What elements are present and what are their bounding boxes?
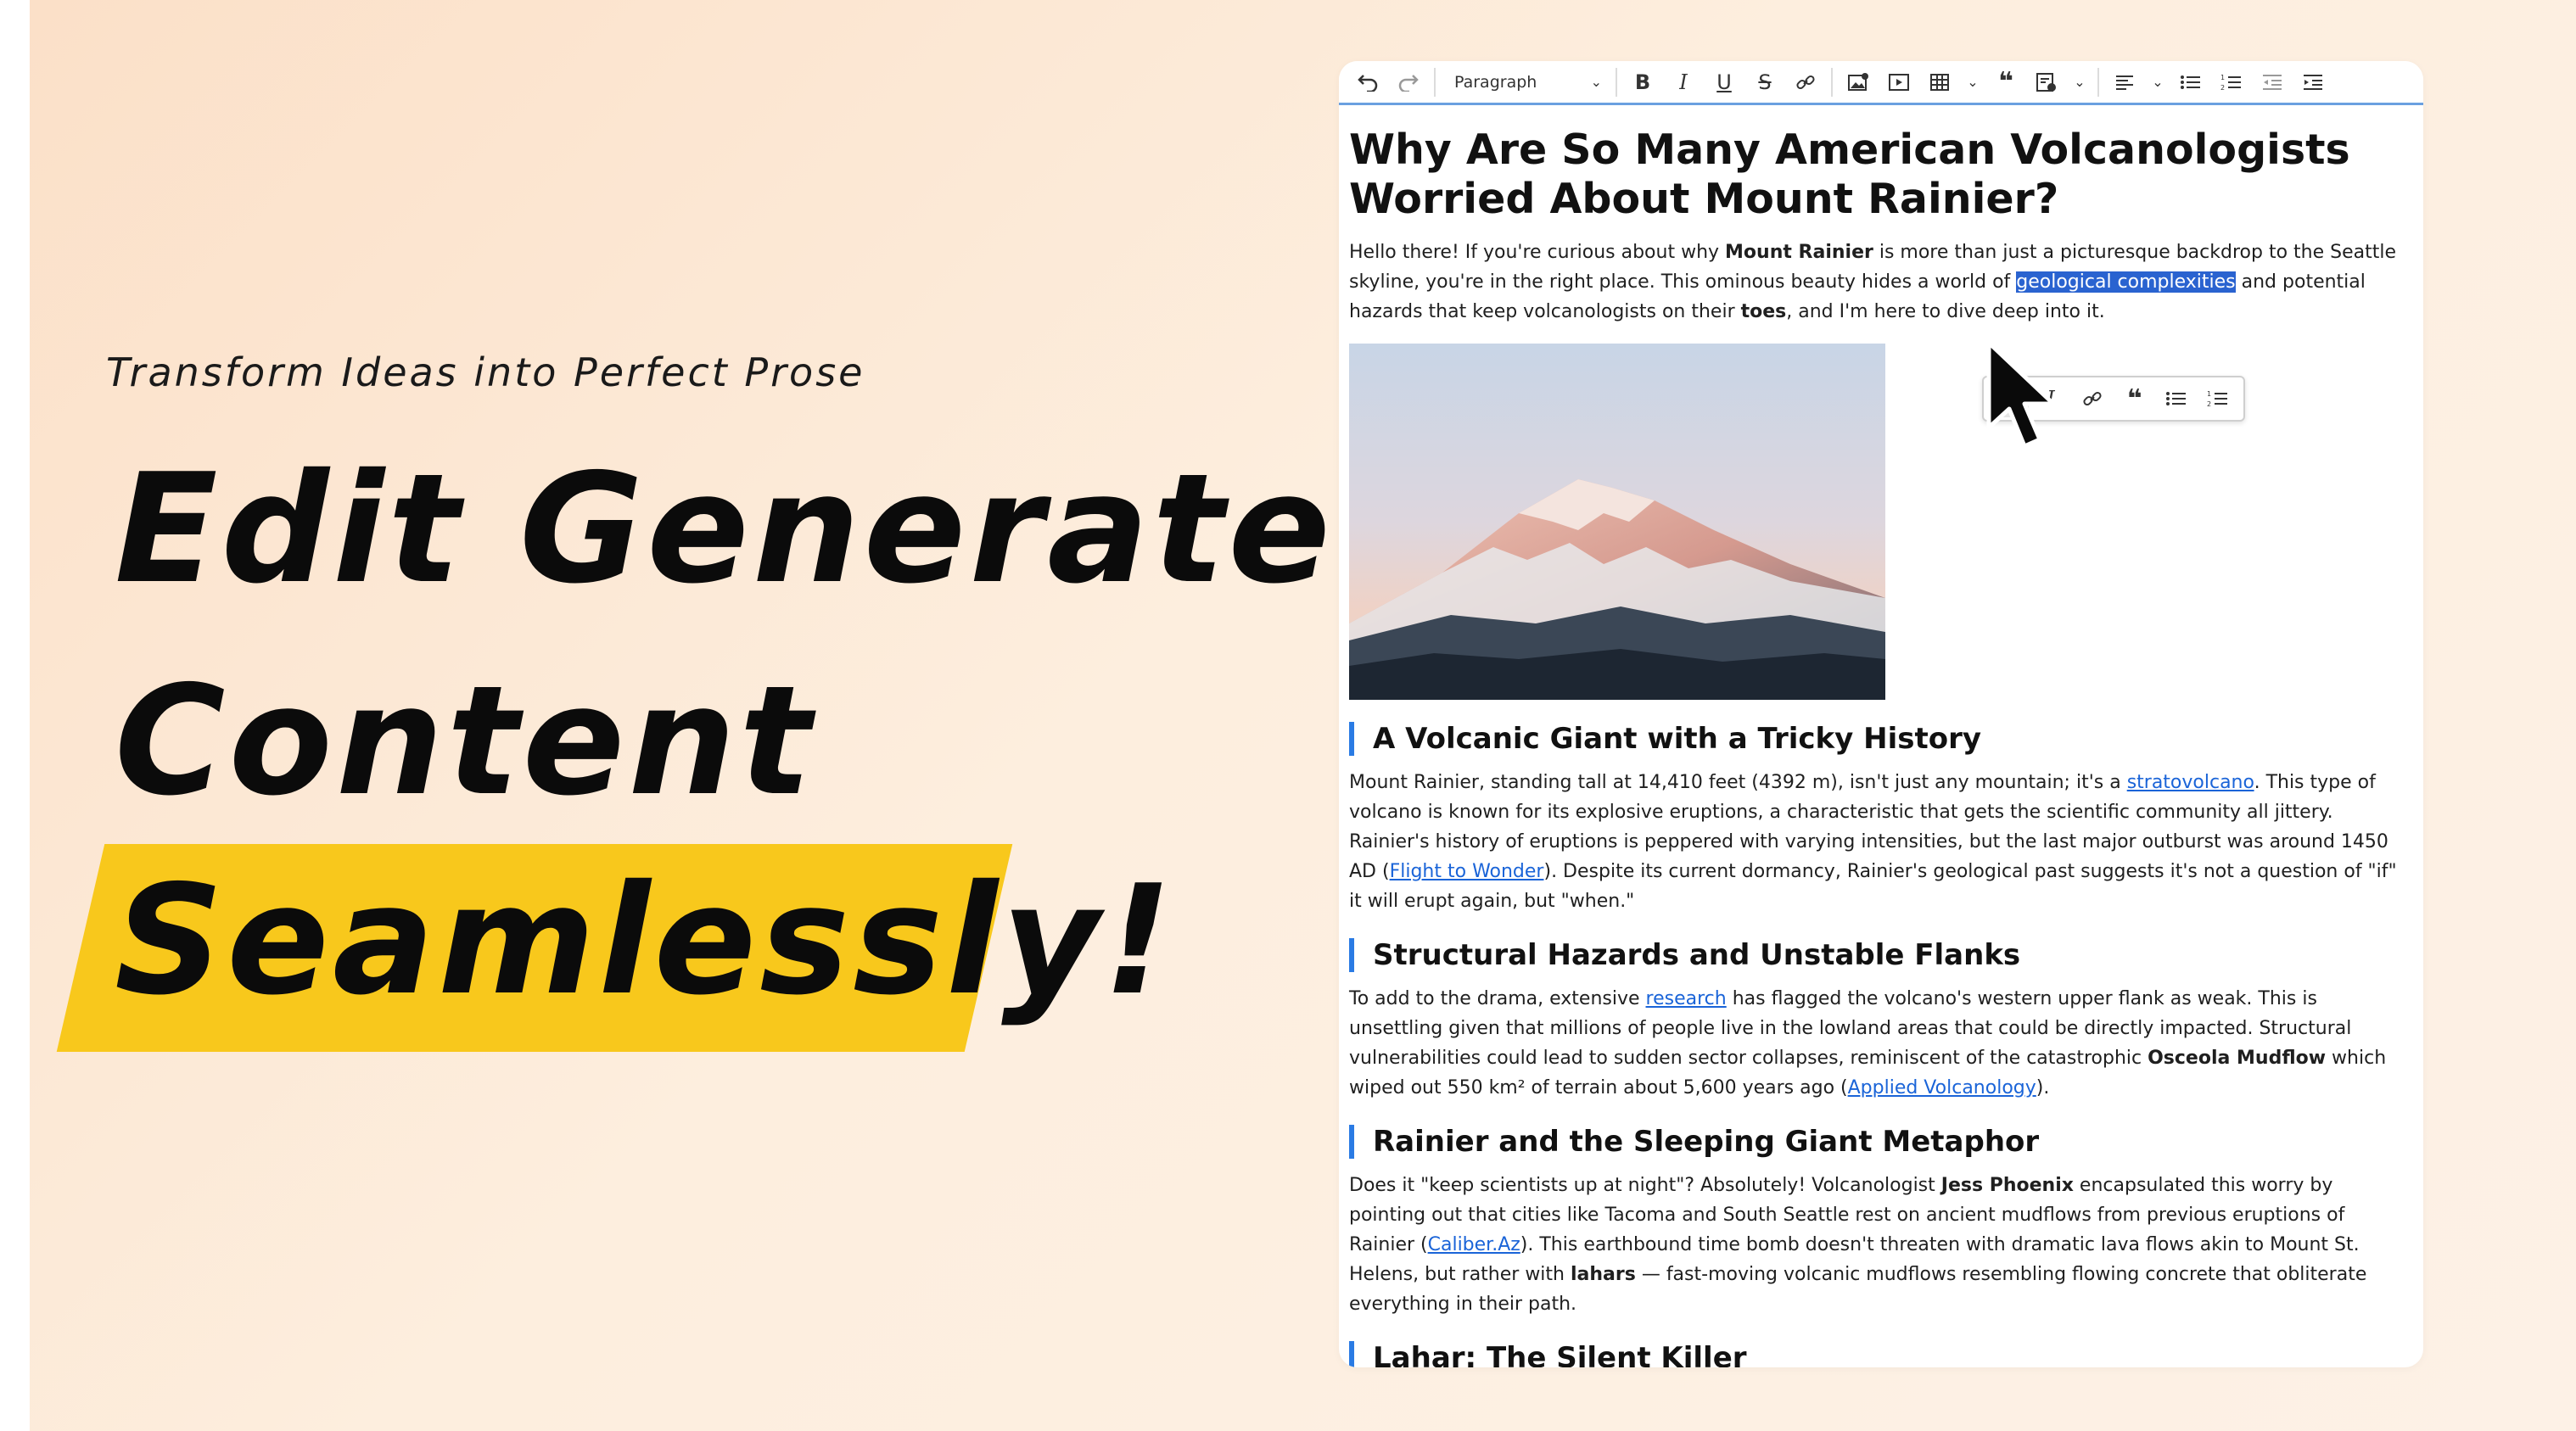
selected-text[interactable]: geological complexities: [2016, 271, 2236, 293]
undo-button[interactable]: [1347, 64, 1388, 101]
bulleted-list-button[interactable]: [2170, 64, 2211, 101]
link[interactable]: Caliber.Az: [1428, 1234, 1520, 1255]
paragraph-format-select[interactable]: Paragraph ⌄: [1441, 64, 1610, 101]
rich-text-editor: Paragraph ⌄ B I U S ⌄ ❝ ⌄ ⌄ 1 2 Why Are …: [1339, 61, 2423, 1367]
balloon-bulleted-list-button[interactable]: [2156, 380, 2196, 417]
link[interactable]: stratovolcano: [2127, 772, 2254, 793]
link[interactable]: research: [1646, 988, 1727, 1009]
link-icon: [1796, 75, 1815, 89]
bold-text: Mount Rainier: [1725, 242, 1873, 263]
numbered-list-icon: 12: [2220, 74, 2241, 92]
mount-rainier-image[interactable]: [1349, 344, 1885, 700]
table-dropdown-button[interactable]: ⌄: [1960, 64, 1985, 101]
section-heading: A Volcanic Giant with a Tricky History: [1349, 722, 2413, 756]
outdent-icon: [2263, 74, 2282, 90]
redo-icon: [1398, 74, 1419, 92]
text-run: ).: [2036, 1077, 2050, 1098]
chevron-down-icon: ⌄: [2152, 74, 2164, 90]
balloon-quote-button[interactable]: ❝: [2114, 380, 2154, 417]
section-heading: Rainier and the Sleeping Giant Metaphor: [1349, 1125, 2413, 1159]
svg-text:1: 1: [2220, 74, 2225, 81]
link[interactable]: Applied Volcanology: [1848, 1077, 2036, 1098]
table-icon: [1930, 73, 1949, 91]
toolbar-separator: [1434, 67, 1436, 97]
link-button[interactable]: [1785, 64, 1826, 101]
toolbar-separator: [1831, 67, 1833, 97]
bold-icon: B: [1634, 70, 1651, 94]
indent-button[interactable]: [2293, 64, 2333, 101]
insert-media-button[interactable]: [1879, 64, 1919, 101]
align-left-icon: [2116, 75, 2133, 90]
intro-paragraph: Hello there! If you're curious about why…: [1349, 238, 2413, 327]
text-run: , and I'm here to dive deep into it.: [1786, 301, 2105, 322]
indent-icon: [2304, 74, 2322, 90]
strikethrough-button[interactable]: S: [1744, 64, 1785, 101]
chevron-down-icon: ⌄: [1590, 74, 1602, 90]
hero-line-3: Seamlessly!: [115, 852, 1176, 1028]
numbered-list-button[interactable]: 12: [2211, 64, 2252, 101]
strikethrough-icon: S: [1758, 70, 1772, 94]
insert-image-button[interactable]: [1838, 64, 1879, 101]
undo-icon: [1358, 74, 1378, 92]
quote-icon: ❝: [1998, 67, 2013, 97]
outdent-button[interactable]: [2252, 64, 2293, 101]
text-run: Does it "keep scientists up at night"? A…: [1349, 1175, 1941, 1196]
italic-button[interactable]: I: [1663, 64, 1704, 101]
template-icon: [2036, 72, 2056, 92]
toolbar-separator: [2097, 67, 2099, 97]
numbered-list-icon: 12: [2207, 390, 2228, 408]
hero-line-2: Content: [115, 653, 815, 829]
section-paragraph: Does it "keep scientists up at night"? A…: [1349, 1171, 2413, 1319]
underline-button[interactable]: U: [1704, 64, 1744, 101]
align-button[interactable]: [2104, 64, 2145, 101]
insert-template-button[interactable]: [2026, 64, 2067, 101]
align-dropdown-button[interactable]: ⌄: [2145, 64, 2170, 101]
tagline: Transform Ideas into Perfect Prose: [106, 349, 865, 395]
mouse-cursor-icon: [1986, 340, 2056, 449]
bold-text: lahars: [1570, 1264, 1636, 1285]
document-content[interactable]: Why Are So Many American Volcanologists …: [1339, 126, 2423, 1367]
bold-button[interactable]: B: [1622, 64, 1663, 101]
media-icon: [1889, 73, 1909, 91]
svg-text:2: 2: [2207, 400, 2211, 408]
balloon-link-button[interactable]: [2073, 380, 2113, 417]
text-run: Hello there! If you're curious about why: [1349, 242, 1726, 263]
text-run: To add to the drama, extensive: [1349, 988, 1646, 1009]
link-icon: [2083, 391, 2102, 406]
link[interactable]: Flight to Wonder: [1390, 861, 1544, 882]
bold-text: Osceola Mudflow: [2148, 1048, 2327, 1069]
bulleted-list-icon: [2165, 392, 2186, 405]
redo-button[interactable]: [1388, 64, 1429, 101]
bold-text: Jess Phoenix: [1940, 1175, 2074, 1196]
paragraph-select-label: Paragraph: [1454, 72, 1537, 92]
bulleted-list-icon: [2181, 75, 2200, 89]
editor-toolbar: Paragraph ⌄ B I U S ⌄ ❝ ⌄ ⌄ 1 2: [1339, 61, 2423, 105]
bold-text: toes: [1740, 301, 1787, 322]
italic-icon: I: [1679, 70, 1688, 94]
insert-table-button[interactable]: [1919, 64, 1960, 101]
section-paragraph: To add to the drama, extensive research …: [1349, 984, 2413, 1103]
quote-icon: ❝: [2126, 383, 2142, 414]
section-heading: Structural Hazards and Unstable Flanks: [1349, 938, 2413, 972]
underline-icon: U: [1716, 70, 1732, 94]
svg-text:2: 2: [2220, 84, 2225, 92]
hero-line-1: Edit Generated: [115, 441, 1446, 617]
chevron-down-icon: ⌄: [1967, 74, 1979, 90]
balloon-numbered-list-button[interactable]: 12: [2198, 380, 2238, 417]
blockquote-button[interactable]: ❝: [1985, 64, 2026, 101]
image-icon: [1848, 72, 1868, 91]
section-heading: Lahar: The Silent Killer: [1349, 1341, 2413, 1367]
chevron-down-icon: ⌄: [2074, 74, 2086, 90]
section-paragraph: Mount Rainier, standing tall at 14,410 f…: [1349, 768, 2413, 916]
svg-text:1: 1: [2207, 390, 2211, 398]
mountain-illustration: [1349, 344, 1885, 700]
text-run: Mount Rainier, standing tall at 14,410 f…: [1349, 772, 2127, 793]
document-title: Why Are So Many American Volcanologists …: [1349, 126, 2350, 223]
toolbar-separator: [1616, 67, 1617, 97]
template-dropdown-button[interactable]: ⌄: [2067, 64, 2092, 101]
